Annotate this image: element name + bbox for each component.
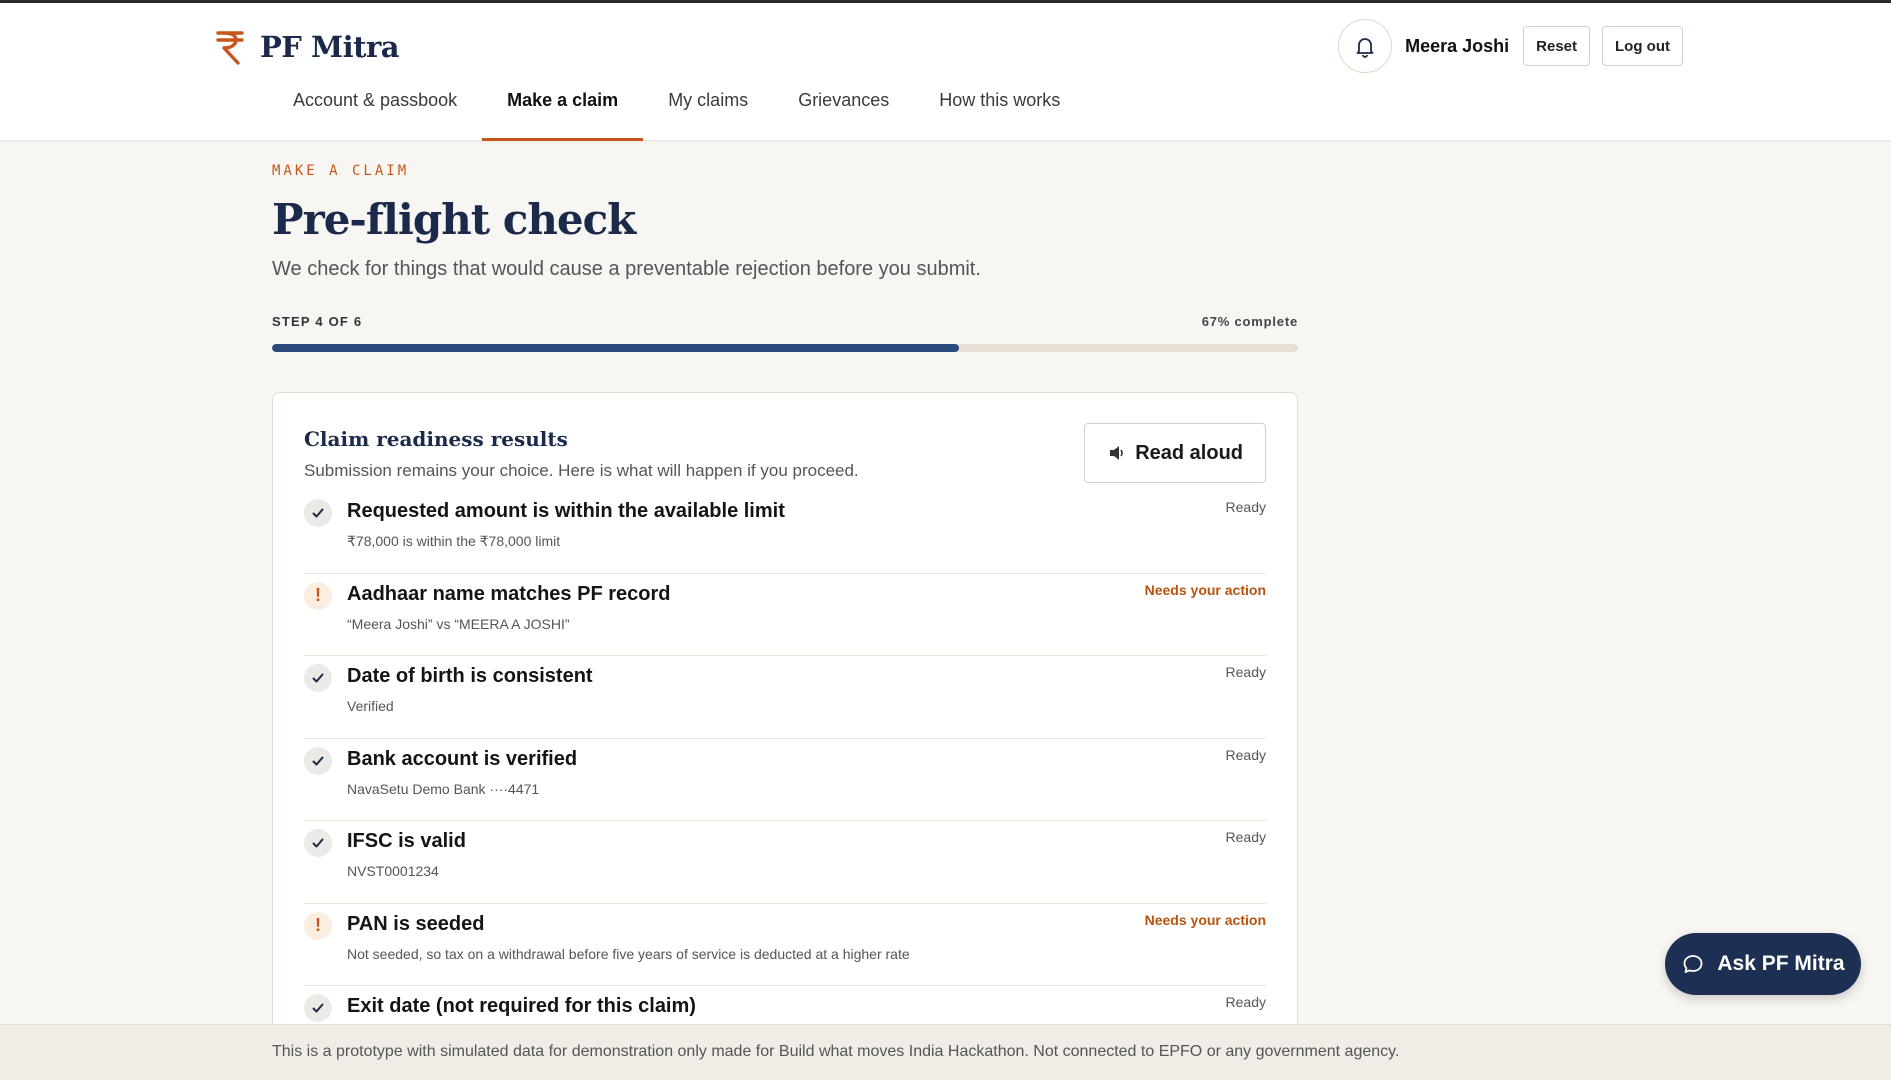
checkmark-icon (304, 746, 332, 775)
check-list: Requested amount is within the available… (304, 491, 1266, 1069)
check-status[interactable]: Needs your action (1145, 912, 1266, 928)
check-item: ! Aadhaar name matches PF record “Meera … (304, 574, 1266, 656)
nav-make-a-claim[interactable]: Make a claim (482, 83, 644, 141)
read-aloud-button[interactable]: Read aloud (1084, 423, 1266, 483)
progress-bar (272, 344, 1298, 352)
chat-bubble-icon (1683, 955, 1703, 973)
card-title: Claim readiness results (304, 427, 568, 451)
check-status: Ready (1225, 746, 1266, 763)
check-item: Bank account is verified NavaSetu Demo B… (304, 739, 1266, 821)
read-aloud-label: Read aloud (1135, 441, 1243, 464)
nav-account-passbook[interactable]: Account & passbook (268, 83, 482, 141)
check-item: IFSC is valid NVST0001234 Ready (304, 821, 1266, 904)
page-subtitle: We check for things that would cause a p… (272, 258, 981, 280)
main-nav: Account & passbook Make a claim My claim… (268, 83, 1085, 141)
check-status: Ready (1225, 664, 1266, 680)
site-header: PF Mitra Meera Joshi Reset Log out Accou… (0, 3, 1891, 141)
logout-button[interactable]: Log out (1602, 26, 1683, 66)
check-detail: “Meera Joshi” vs “MEERA A JOSHI” (347, 615, 570, 632)
checkmark-icon (304, 499, 332, 527)
check-item: Date of birth is consistent Verified Rea… (304, 656, 1266, 739)
rupee-logo-icon (216, 31, 244, 65)
check-detail: Verified (347, 698, 394, 714)
check-title: Aadhaar name matches PF record (347, 582, 671, 605)
check-status: Ready (1225, 829, 1266, 845)
check-body: Date of birth is consistent Verified (347, 662, 1266, 738)
check-status: Ready (1225, 499, 1266, 515)
check-status: Ready (1225, 994, 1266, 1010)
warning-icon: ! (304, 581, 332, 610)
check-title: Exit date (not required for this claim) (347, 995, 696, 1017)
check-title: Date of birth is consistent (347, 665, 593, 687)
check-detail: NavaSetu Demo Bank ····4471 (347, 780, 540, 797)
brand-name: PF Mitra (260, 30, 400, 64)
nav-how-this-works[interactable]: How this works (914, 83, 1085, 141)
checkmark-icon (304, 994, 332, 1022)
card-subtitle: Submission remains your choice. Here is … (304, 461, 859, 480)
check-body: Aadhaar name matches PF record “Meera Jo… (347, 580, 1266, 656)
check-status[interactable]: Needs your action (1145, 582, 1266, 598)
progress-percent: 67% complete (1201, 314, 1298, 329)
check-title: PAN is seeded (347, 912, 485, 935)
check-item: Requested amount is within the available… (304, 491, 1266, 574)
step-row: STEP 4 OF 6 67% complete (272, 314, 1298, 329)
user-area: Meera Joshi Reset Log out (1338, 19, 1683, 73)
check-body: PAN is seeded Not seeded, so tax on a wi… (347, 910, 1266, 986)
check-detail: Not seeded, so tax on a withdrawal befor… (347, 945, 910, 962)
warning-icon: ! (304, 911, 332, 940)
page-eyebrow: MAKE A CLAIM (272, 163, 410, 179)
brand[interactable]: PF Mitra (214, 27, 400, 67)
step-label: STEP 4 OF 6 (272, 314, 363, 329)
user-name: Meera Joshi (1405, 35, 1510, 56)
nav-grievances[interactable]: Grievances (773, 83, 914, 141)
ask-pf-mitra-button[interactable]: Ask PF Mitra (1665, 933, 1861, 995)
reset-button[interactable]: Reset (1523, 26, 1591, 66)
check-body: Requested amount is within the available… (347, 497, 1266, 573)
card-header: Claim readiness results Submission remai… (304, 393, 1266, 483)
check-item: ! PAN is seeded Not seeded, so tax on a … (304, 904, 1266, 986)
main-content: MAKE A CLAIM Pre-flight check We check f… (272, 141, 1298, 1080)
check-detail: NVST0001234 (347, 863, 439, 879)
check-body: IFSC is valid NVST0001234 (347, 827, 1266, 903)
ask-pf-mitra-label: Ask PF Mitra (1717, 952, 1845, 975)
check-title: Bank account is verified (347, 747, 578, 770)
checkmark-icon (304, 829, 332, 857)
checkmark-icon (304, 664, 332, 692)
page-title: Pre-flight check (272, 195, 636, 244)
disclaimer-text: This is a prototype with simulated data … (272, 1043, 1400, 1060)
speaker-icon (1110, 446, 1124, 460)
notifications-button[interactable] (1338, 19, 1393, 73)
check-body: Bank account is verified NavaSetu Demo B… (347, 745, 1266, 821)
check-detail: ₹78,000 is within the ₹78,000 limit (347, 533, 561, 549)
check-title: Requested amount is within the available… (347, 500, 785, 522)
readiness-card: Claim readiness results Submission remai… (272, 392, 1298, 1080)
card-heading: Claim readiness results Submission remai… (304, 425, 859, 483)
nav-my-claims[interactable]: My claims (643, 83, 773, 141)
progress-fill (272, 344, 960, 352)
disclaimer-footer: This is a prototype with simulated data … (0, 1024, 1891, 1080)
bell-icon (1356, 38, 1374, 58)
check-title: IFSC is valid (347, 830, 466, 852)
